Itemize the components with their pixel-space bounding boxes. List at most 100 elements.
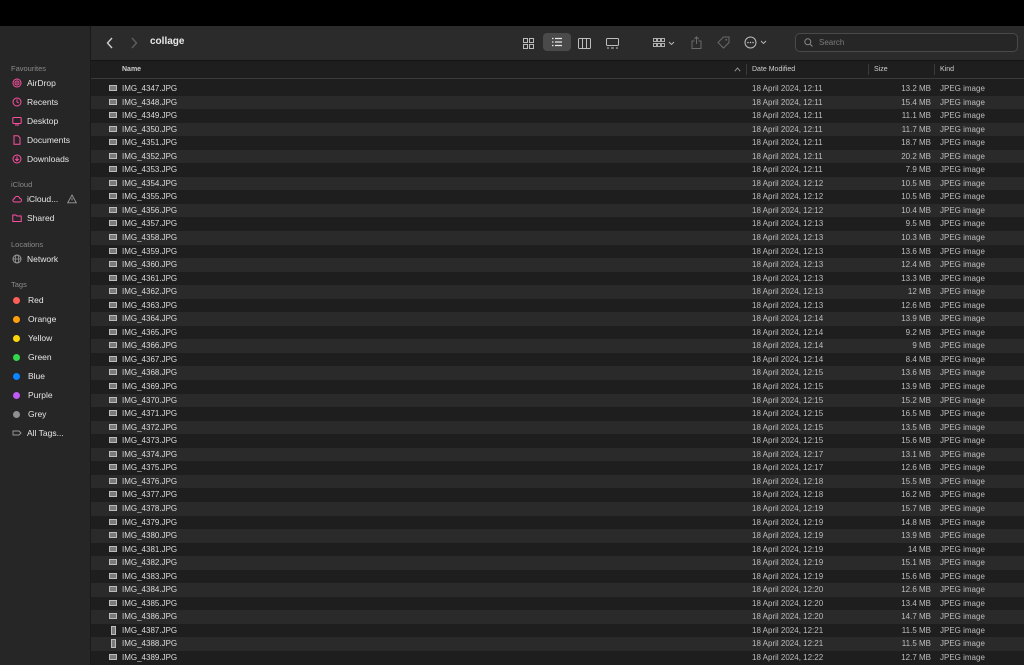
sidebar-item-recents[interactable]: Recents [12, 94, 58, 110]
file-size: 12 MB [907, 287, 931, 297]
sidebar-tag-yellow[interactable]: Yellow [12, 330, 52, 346]
file-row[interactable]: IMG_4375.JPG 18 April 2024, 12:17 12.6 MB J… [91, 461, 1024, 475]
search-field[interactable] [795, 33, 1018, 52]
file-row[interactable]: IMG_4361.JPG 18 April 2024, 12:13 13.3 MB J… [91, 272, 1024, 286]
airdrop-icon [12, 78, 22, 88]
file-row[interactable]: IMG_4370.JPG 18 April 2024, 12:15 15.2 MB J… [91, 393, 1024, 408]
file-row[interactable]: IMG_4381.JPG 18 April 2024, 12:19 14 MB JPE… [91, 543, 1024, 557]
sidebar-item-network[interactable]: Network [12, 251, 58, 267]
file-row[interactable]: IMG_4354.JPG 18 April 2024, 12:12 10.5 MB J… [91, 176, 1024, 191]
file-row[interactable]: IMG_4355.JPG 18 April 2024, 12:12 10.5 MB J… [91, 190, 1024, 204]
file-name: IMG_4351.JPG [122, 138, 178, 148]
file-row[interactable]: IMG_4379.JPG 18 April 2024, 12:19 14.8 MB J… [91, 516, 1024, 530]
file-row[interactable]: IMG_4363.JPG 18 April 2024, 12:13 12.6 MB J… [91, 299, 1024, 313]
file-row[interactable]: IMG_4362.JPG 18 April 2024, 12:13 12 MB JPE… [91, 285, 1024, 299]
search-input[interactable] [819, 38, 1009, 47]
column-header-date-modified[interactable]: Date Modified [752, 61, 795, 78]
file-row[interactable]: IMG_4356.JPG 18 April 2024, 12:12 10.4 MB J… [91, 203, 1024, 218]
file-date-modified: 18 April 2024, 12:14 [752, 341, 824, 351]
file-row[interactable]: IMG_4348.JPG 18 April 2024, 12:11 15.4 MB J… [91, 95, 1024, 110]
file-kind: JPEG image [940, 138, 985, 148]
file-row[interactable]: IMG_4351.JPG 18 April 2024, 12:11 18.7 MB J… [91, 136, 1024, 150]
file-row[interactable]: IMG_4380.JPG 18 April 2024, 12:19 13.9 MB J… [91, 529, 1024, 543]
file-row[interactable]: IMG_4389.JPG 18 April 2024, 12:22 12.7 MB J… [91, 651, 1024, 665]
file-name: IMG_4349.JPG [122, 111, 178, 121]
image-file-icon [109, 450, 117, 457]
file-row[interactable]: IMG_4386.JPG 18 April 2024, 12:20 14.7 MB J… [91, 610, 1024, 624]
column-header-name[interactable]: Name [122, 61, 141, 78]
sidebar-tag-blue[interactable]: Blue [12, 368, 45, 384]
file-row[interactable]: IMG_4385.JPG 18 April 2024, 12:20 13.4 MB J… [91, 597, 1024, 611]
sidebar-item-airdrop[interactable]: AirDrop [12, 75, 56, 91]
file-row[interactable]: IMG_4377.JPG 18 April 2024, 12:18 16.2 MB J… [91, 488, 1024, 502]
gallery-view-button[interactable] [603, 35, 621, 51]
sidebar-tag-orange[interactable]: Orange [12, 311, 56, 327]
file-size: 14.7 MB [901, 612, 931, 622]
sidebar-tag-green[interactable]: Green [12, 349, 52, 365]
sort-ascending-icon[interactable] [734, 67, 741, 72]
sidebar-item-all-tags[interactable]: All Tags... [12, 425, 64, 441]
file-row[interactable]: IMG_4383.JPG 18 April 2024, 12:19 15.6 MB J… [91, 570, 1024, 584]
column-header-size[interactable]: Size [874, 61, 888, 78]
column-divider[interactable] [868, 64, 869, 75]
file-row[interactable]: IMG_4364.JPG 18 April 2024, 12:14 13.9 MB J… [91, 312, 1024, 326]
file-row[interactable]: IMG_4352.JPG 18 April 2024, 12:11 20.2 MB J… [91, 149, 1024, 164]
more-actions-button[interactable] [743, 34, 771, 50]
file-row[interactable]: IMG_4368.JPG 18 April 2024, 12:15 13.6 MB J… [91, 366, 1024, 381]
file-row[interactable]: IMG_4369.JPG 18 April 2024, 12:15 13.9 MB J… [91, 380, 1024, 394]
sidebar-item-icloud-drive[interactable]: iCloud... [12, 191, 58, 207]
file-row[interactable]: IMG_4372.JPG 18 April 2024, 12:15 13.5 MB J… [91, 420, 1024, 435]
file-row[interactable]: IMG_4382.JPG 18 April 2024, 12:19 15.1 MB J… [91, 556, 1024, 570]
cloud-icon [12, 195, 22, 203]
file-kind: JPEG image [940, 531, 985, 541]
sidebar-item-shared[interactable]: Shared [12, 210, 54, 226]
file-size: 15.6 MB [901, 571, 931, 581]
file-row[interactable]: IMG_4387.JPG 18 April 2024, 12:21 11.5 MB J… [91, 624, 1024, 638]
share-button[interactable] [688, 34, 704, 50]
sidebar-tag-grey[interactable]: Grey [12, 406, 46, 422]
file-row[interactable]: IMG_4384.JPG 18 April 2024, 12:20 12.6 MB J… [91, 583, 1024, 597]
file-kind: JPEG image [940, 395, 985, 405]
sidebar-item-documents[interactable]: Documents [12, 132, 70, 148]
icon-view-button[interactable] [519, 35, 537, 51]
sidebar-item-downloads[interactable]: Downloads [12, 151, 69, 167]
group-by-button[interactable] [651, 35, 679, 51]
column-view-button[interactable] [575, 35, 593, 51]
file-row[interactable]: IMG_4374.JPG 18 April 2024, 12:17 13.1 MB J… [91, 447, 1024, 462]
file-row[interactable]: IMG_4353.JPG 18 April 2024, 12:11 7.9 MB JP… [91, 163, 1024, 177]
file-name: IMG_4368.JPG [122, 368, 178, 378]
file-row[interactable]: IMG_4373.JPG 18 April 2024, 12:15 15.6 MB J… [91, 434, 1024, 448]
file-row[interactable]: IMG_4367.JPG 18 April 2024, 12:14 8.4 MB JP… [91, 353, 1024, 367]
file-row[interactable]: IMG_4358.JPG 18 April 2024, 12:13 10.3 MB J… [91, 231, 1024, 245]
list-view-button[interactable] [543, 33, 571, 51]
tag-button[interactable] [715, 34, 731, 50]
file-row[interactable]: IMG_4360.JPG 18 April 2024, 12:13 12.4 MB J… [91, 258, 1024, 272]
file-row[interactable]: IMG_4371.JPG 18 April 2024, 12:15 16.5 MB J… [91, 407, 1024, 421]
file-row[interactable]: IMG_4366.JPG 18 April 2024, 12:14 9 MB JPEG… [91, 339, 1024, 353]
file-row[interactable]: IMG_4376.JPG 18 April 2024, 12:18 15.5 MB J… [91, 474, 1024, 489]
column-divider[interactable] [746, 64, 747, 75]
file-row[interactable]: IMG_4347.JPG 18 April 2024, 12:11 13.2 MB J… [91, 82, 1024, 96]
file-row[interactable]: IMG_4365.JPG 18 April 2024, 12:14 9.2 MB JP… [91, 326, 1024, 340]
file-date-modified: 18 April 2024, 12:11 [752, 84, 823, 93]
file-date-modified: 18 April 2024, 12:22 [752, 652, 824, 662]
file-row[interactable]: IMG_4357.JPG 18 April 2024, 12:13 9.5 MB JP… [91, 217, 1024, 231]
sidebar-tag-red[interactable]: Red [12, 292, 44, 308]
file-name: IMG_4366.JPG [122, 341, 178, 351]
file-row[interactable]: IMG_4388.JPG 18 April 2024, 12:21 11.5 MB J… [91, 637, 1024, 651]
file-name: IMG_4354.JPG [122, 178, 178, 188]
forward-button[interactable] [127, 35, 141, 51]
column-header-kind[interactable]: Kind [940, 61, 954, 78]
file-row[interactable]: IMG_4378.JPG 18 April 2024, 12:19 15.7 MB J… [91, 501, 1024, 516]
warning-icon[interactable] [67, 194, 77, 204]
sidebar-tag-purple[interactable]: Purple [12, 387, 53, 403]
column-divider[interactable] [934, 64, 935, 75]
tag-icon [716, 36, 729, 49]
column-view-icon [577, 37, 591, 49]
back-button[interactable] [103, 35, 117, 51]
file-row[interactable]: IMG_4350.JPG 18 April 2024, 12:11 11.7 MB J… [91, 122, 1024, 137]
file-row[interactable]: IMG_4349.JPG 18 April 2024, 12:11 11.1 MB J… [91, 109, 1024, 123]
red-tag-icon [13, 296, 20, 304]
sidebar-item-desktop[interactable]: Desktop [12, 113, 58, 129]
file-row[interactable]: IMG_4359.JPG 18 April 2024, 12:13 13.6 MB J… [91, 245, 1024, 259]
